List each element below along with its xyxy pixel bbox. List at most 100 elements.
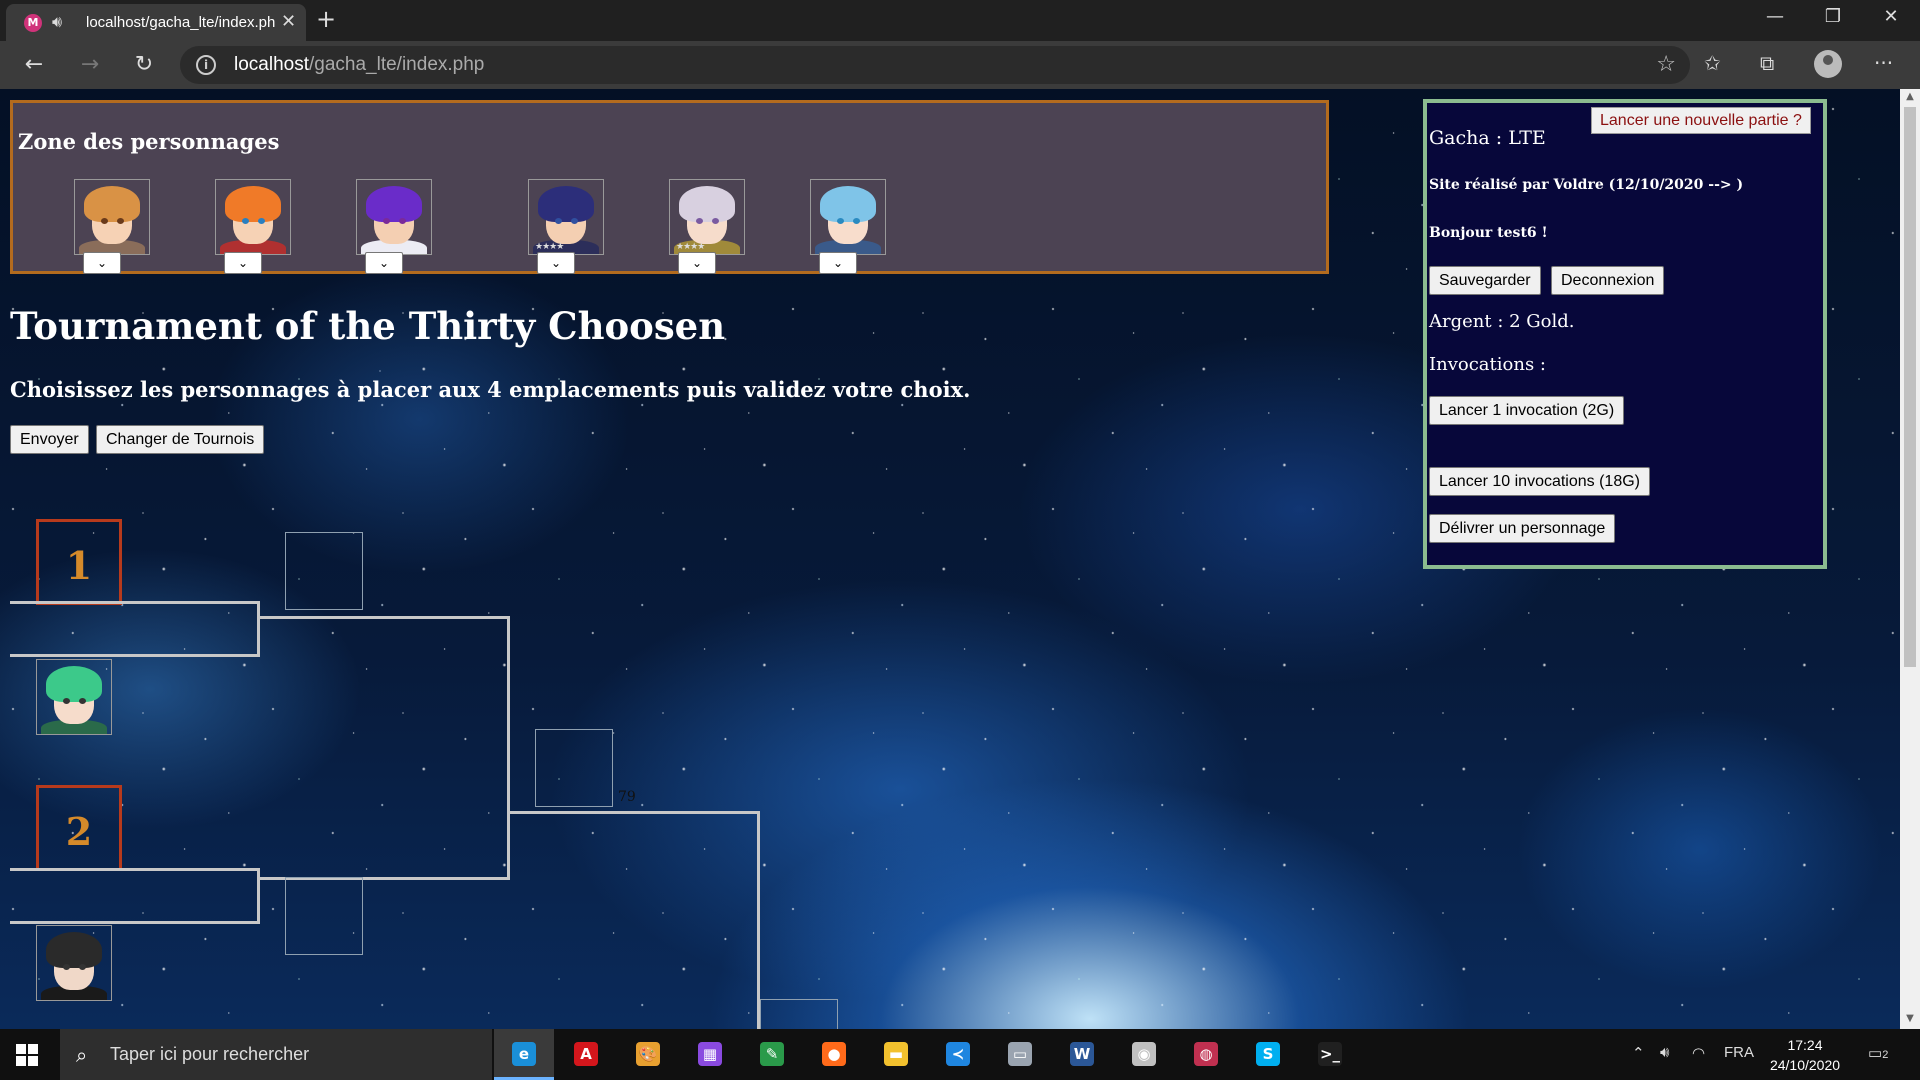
favorites-icon[interactable]: ✩ bbox=[1704, 51, 1721, 75]
language-indicator[interactable]: FRA bbox=[1724, 1044, 1754, 1061]
plus-icon[interactable]: + bbox=[316, 5, 336, 33]
more-icon[interactable]: ··· bbox=[1874, 51, 1893, 75]
fighter-portrait-2[interactable] bbox=[36, 925, 112, 1001]
taskbar-app[interactable]: W bbox=[1052, 1029, 1112, 1080]
taskbar-app[interactable]: ◍ bbox=[1176, 1029, 1236, 1080]
character-portrait[interactable] bbox=[810, 179, 886, 255]
character-slot[interactable]: ⌄ bbox=[810, 179, 886, 274]
site-name: Gacha : LTE bbox=[1429, 127, 1546, 149]
taskbar-app[interactable]: ▭ bbox=[990, 1029, 1050, 1080]
colors-icon: ▦ bbox=[698, 1042, 722, 1066]
image-editor-icon: ✎ bbox=[760, 1042, 784, 1066]
taskbar-app[interactable]: ● bbox=[804, 1029, 864, 1080]
taskbar-app[interactable]: ◉ bbox=[1114, 1029, 1174, 1080]
forward-icon[interactable]: → bbox=[74, 50, 106, 80]
network-icon: ▭ bbox=[1008, 1042, 1032, 1066]
send-button[interactable]: Envoyer bbox=[10, 425, 89, 454]
scroll-thumb[interactable] bbox=[1904, 107, 1916, 667]
browser-tab[interactable]: M 🔊︎ localhost/gacha_lte/index.php ✕ bbox=[6, 4, 306, 41]
invocations-label: Invocations : bbox=[1429, 354, 1546, 375]
restore-icon[interactable]: ❐ bbox=[1810, 6, 1856, 27]
character-portrait[interactable] bbox=[74, 179, 150, 255]
character-zone: Zone des personnages ⌄ ⌄ ⌄ ★★★★ ⌄ ★★★★ ⌄ ⌄ bbox=[10, 100, 1329, 274]
character-portrait[interactable] bbox=[215, 179, 291, 255]
chevron-down-icon[interactable]: ⌄ bbox=[819, 252, 857, 274]
new-game-button[interactable]: Lancer une nouvelle partie ? bbox=[1591, 107, 1811, 134]
character-portrait[interactable] bbox=[356, 179, 432, 255]
notifications-icon[interactable]: ▭2 bbox=[1868, 1044, 1888, 1062]
star-icon[interactable]: ☆ bbox=[1656, 52, 1676, 77]
invoke-one-button[interactable]: Lancer 1 invocation (2G) bbox=[1429, 396, 1625, 425]
chevron-down-icon[interactable]: ⌄ bbox=[678, 252, 716, 274]
rarity-stars: ★★★★ bbox=[535, 242, 564, 252]
taskbar-app[interactable]: S bbox=[1238, 1029, 1298, 1080]
taskbar-search[interactable]: ⌕ Taper ici pour rechercher bbox=[60, 1029, 492, 1080]
bracket-line bbox=[507, 616, 510, 880]
invoke-ten-button[interactable]: Lancer 10 invocations (18G) bbox=[1429, 467, 1650, 496]
chevron-down-icon[interactable]: ⌄ bbox=[537, 252, 575, 274]
url-bar[interactable]: i localhost/gacha_lte/index.php ☆ bbox=[180, 46, 1690, 84]
scroll-down-icon[interactable]: ▼ bbox=[1900, 1013, 1920, 1024]
character-slot[interactable]: ⌄ bbox=[356, 179, 432, 274]
info-icon[interactable]: i bbox=[196, 55, 216, 75]
fighter-portrait-1[interactable] bbox=[36, 659, 112, 735]
taskbar-app[interactable]: e bbox=[494, 1029, 554, 1080]
change-tournament-button[interactable]: Changer de Tournois bbox=[96, 425, 265, 454]
character-portrait[interactable]: ★★★★ bbox=[528, 179, 604, 255]
notification-count: 2 bbox=[1882, 1049, 1889, 1061]
seed-box-1: 1 bbox=[36, 519, 122, 605]
chevron-down-icon[interactable]: ⌄ bbox=[365, 252, 403, 274]
save-button[interactable]: Sauvegarder bbox=[1429, 266, 1541, 295]
taskbar-app[interactable]: ▦ bbox=[680, 1029, 740, 1080]
firefox-icon: ● bbox=[822, 1042, 846, 1066]
chevron-down-icon[interactable]: ⌄ bbox=[224, 252, 262, 274]
character-slot[interactable]: ⌄ bbox=[74, 179, 150, 274]
page-scrollbar[interactable]: ▲ ▼ bbox=[1900, 89, 1920, 1029]
empty-slot[interactable] bbox=[760, 999, 838, 1029]
bracket-line bbox=[257, 601, 260, 657]
credits-text: Site réalisé par Voldre (12/10/2020 --> … bbox=[1429, 177, 1744, 193]
back-icon[interactable]: ← bbox=[18, 50, 50, 80]
clock[interactable]: 17:24 24/10/2020 bbox=[1760, 1035, 1850, 1075]
volume-icon[interactable]: 🔊︎ bbox=[1660, 1044, 1669, 1061]
empty-slot[interactable] bbox=[285, 877, 363, 955]
character-portrait[interactable]: ★★★★ bbox=[669, 179, 745, 255]
taskbar-app[interactable]: >_ bbox=[1300, 1029, 1360, 1080]
taskbar-app[interactable]: ✎ bbox=[742, 1029, 802, 1080]
speaker-icon[interactable]: 🔊︎ bbox=[52, 12, 62, 32]
character-slot[interactable]: ★★★★ ⌄ bbox=[669, 179, 745, 274]
seed-box-2: 2 bbox=[36, 785, 122, 871]
chevron-down-icon[interactable]: ⌄ bbox=[83, 252, 121, 274]
taskbar-app[interactable]: 🎨 bbox=[618, 1029, 678, 1080]
chevron-up-icon[interactable]: ⌃ bbox=[1632, 1044, 1645, 1062]
url-text[interactable]: localhost/gacha_lte/index.php bbox=[234, 54, 484, 76]
deliver-character-button[interactable]: Délivrer un personnage bbox=[1429, 514, 1616, 543]
minimize-icon[interactable]: — bbox=[1752, 6, 1798, 27]
taskbar-app[interactable]: ≺ bbox=[928, 1029, 988, 1080]
side-panel: Lancer une nouvelle partie ? Gacha : LTE… bbox=[1423, 99, 1827, 569]
scroll-up-icon[interactable]: ▲ bbox=[1900, 91, 1920, 102]
refresh-icon[interactable]: ↻ bbox=[128, 50, 160, 80]
character-slot[interactable]: ⌄ bbox=[215, 179, 291, 274]
recorder-icon: ◍ bbox=[1194, 1042, 1218, 1066]
bracket-line bbox=[10, 601, 260, 604]
score-label: 79 bbox=[618, 789, 636, 805]
edge-icon: e bbox=[512, 1042, 536, 1066]
wifi-icon[interactable]: ◠ bbox=[1692, 1044, 1705, 1062]
zone-title: Zone des personnages bbox=[18, 129, 280, 154]
windows-start-icon[interactable] bbox=[16, 1044, 38, 1066]
close-icon[interactable]: ✕ bbox=[281, 11, 296, 32]
logout-button[interactable]: Deconnexion bbox=[1551, 266, 1665, 295]
empty-slot[interactable] bbox=[285, 532, 363, 610]
taskbar-app[interactable]: A bbox=[556, 1029, 616, 1080]
window-close-icon[interactable]: ✕ bbox=[1868, 6, 1914, 27]
taskbar-app[interactable]: ▬ bbox=[866, 1029, 926, 1080]
money-text: Argent : 2 Gold. bbox=[1429, 311, 1575, 332]
collections-icon[interactable]: ⧉ bbox=[1760, 51, 1774, 75]
profile-icon[interactable] bbox=[1814, 50, 1842, 78]
search-icon: ⌕ bbox=[76, 1043, 88, 1067]
bracket-line bbox=[508, 811, 760, 814]
character-slot[interactable]: ★★★★ ⌄ bbox=[528, 179, 604, 274]
page-title: Tournament of the Thirty Choosen bbox=[10, 304, 726, 348]
empty-slot[interactable] bbox=[535, 729, 613, 807]
